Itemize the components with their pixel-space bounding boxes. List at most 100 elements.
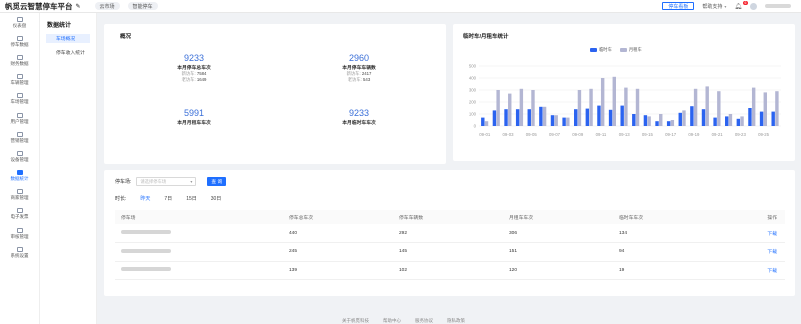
chevron-down-icon: ▾: [190, 179, 193, 184]
nav-label: 车辆管理: [10, 80, 29, 86]
legend-swatch: [590, 47, 597, 52]
footer-link-terms[interactable]: 服务协议: [415, 318, 433, 324]
time-option-30d[interactable]: 30日: [211, 195, 222, 202]
nav-label: 电子发票: [10, 214, 29, 220]
query-button[interactable]: 查 询: [207, 177, 227, 186]
sub-nav-lot-overview[interactable]: 车场概况: [46, 34, 90, 43]
bar-temporary: [759, 111, 764, 126]
redacted-lot-name: [121, 267, 171, 272]
nav-item-1[interactable]: 停车数据: [0, 32, 39, 51]
nav-label: 数据统计: [10, 176, 29, 182]
cell-monthly: 151: [503, 242, 613, 262]
nav-label: 营销管理: [10, 137, 29, 143]
x-tick-label: 09-11: [596, 132, 607, 137]
nav-label: 财务数据: [10, 60, 29, 66]
lot-label: 停车场:: [115, 179, 132, 185]
y-tick-label: 200: [469, 100, 477, 105]
avatar[interactable]: [750, 2, 757, 10]
time-option-yesterday[interactable]: 昨天: [140, 195, 150, 202]
nav-item-9[interactable]: 商家管理: [0, 186, 39, 205]
legend-item-temporary: 临时车: [590, 47, 612, 53]
time-option-7d[interactable]: 7日: [164, 195, 172, 202]
cell-vehicles: 102: [393, 261, 503, 280]
time-option-15d[interactable]: 15日: [186, 195, 197, 202]
stat-value: 2960: [348, 53, 370, 63]
cell-temporary: 134: [613, 224, 723, 243]
nav-item-5[interactable]: 用户管理: [0, 109, 39, 128]
cell-temporary: 94: [613, 242, 723, 262]
time-label: 时长:: [115, 196, 127, 202]
nav-icon: [16, 54, 23, 60]
bar-temporary: [748, 108, 752, 126]
table-row: 139 102 120 19 下载: [115, 261, 785, 280]
nav-item-12[interactable]: 系统设置: [0, 243, 39, 262]
bar-temporary: [492, 110, 497, 126]
nav-icon: [16, 189, 23, 195]
footer-link-help[interactable]: 帮助中心: [383, 318, 401, 324]
app-title-text: 帆觅云智慧停车平台: [5, 1, 73, 11]
nav-item-2[interactable]: 财务数据: [0, 51, 39, 70]
nav-item-8[interactable]: 数据统计: [0, 167, 39, 186]
bar-temporary: [771, 111, 775, 126]
nav-label: 仪表盘: [12, 22, 27, 28]
bar-temporary: [597, 105, 601, 126]
nav-label: 停车数据: [10, 41, 29, 47]
bar-temporary: [678, 112, 682, 126]
lot-placeholder: 请选择停车场: [140, 178, 167, 184]
bell-icon[interactable]: 🔔︎ 6: [734, 0, 748, 10]
download-link[interactable]: 下载: [723, 224, 785, 243]
nav-icon: [16, 74, 23, 80]
nav-icon: [16, 227, 23, 233]
stat-value: 9233: [348, 108, 370, 118]
nav-label: 设备管理: [10, 156, 29, 162]
bar-monthly: [531, 90, 535, 126]
footer-link-privacy[interactable]: 隐私政策: [447, 318, 465, 324]
table-row: 440 292 306 134 下载: [115, 224, 785, 243]
footer-link-about[interactable]: 关于帆觅科技: [342, 318, 369, 324]
stat-month-monthly: 5991 本月月租车车次: [149, 108, 239, 126]
lot-select[interactable]: 请选择停车场 ▾: [136, 177, 197, 186]
bar-chart: 0 100 200 300 400 500 09-01 09-03 09-05 09-07 09-0…: [469, 64, 781, 137]
parking-board-button[interactable]: 停车看板: [662, 2, 695, 10]
footer-links: 关于帆觅科技 帮助中心 服务协议 隐私政策: [342, 318, 465, 324]
bar-temporary: [643, 115, 648, 126]
top-tab-market[interactable]: 云市场: [94, 2, 120, 10]
nav-icon: [16, 170, 23, 176]
nav-item-11[interactable]: 审核管理: [0, 224, 39, 243]
nav-label: 商家管理: [10, 195, 29, 201]
cell-lot: [115, 261, 283, 280]
bar-monthly: [577, 90, 582, 126]
download-link[interactable]: 下载: [723, 242, 785, 262]
nav-icon: [16, 16, 23, 22]
bar-temporary: [608, 109, 613, 126]
bar-monthly: [775, 91, 779, 126]
download-link[interactable]: 下载: [723, 261, 785, 280]
username-redacted[interactable]: [765, 4, 791, 8]
bar-temporary: [539, 106, 543, 126]
app-title: 帆觅云智慧停车平台 ✎: [0, 1, 81, 12]
edit-icon[interactable]: ✎: [76, 3, 81, 10]
nav-item-0[interactable]: 仪表盘: [0, 13, 39, 32]
nav-item-6[interactable]: 营销管理: [0, 128, 39, 147]
nav-icon: [16, 93, 23, 99]
filter-row: 停车场: 请选择停车场 ▾ 查 询: [115, 177, 227, 186]
nav-item-7[interactable]: 设备管理: [0, 147, 39, 166]
stat-month-temporary: 9233 本月临时车车次: [314, 108, 404, 126]
overview-title: 概况: [120, 34, 132, 40]
stat-label: 本月临时车车次: [342, 121, 376, 126]
top-tab-parking[interactable]: 智能停车: [127, 2, 158, 10]
nav-item-10[interactable]: 电子发票: [0, 205, 39, 224]
bar-monthly: [693, 88, 698, 126]
bar-monthly: [612, 76, 616, 126]
legend-item-monthly: 月租车: [619, 47, 642, 53]
nav-item-3[interactable]: 车辆管理: [0, 71, 39, 90]
bar-temporary: [620, 105, 624, 126]
help-menu[interactable]: 帮助支持 ▾: [702, 3, 726, 10]
table-header: 停车场 停车总车次 停车车辆数 月租车车次 临时车车次 操作: [115, 210, 785, 224]
bar-temporary: [504, 109, 508, 126]
sub-nav-parking-income[interactable]: 停车收入统计: [46, 48, 90, 57]
x-tick-label: 09-21: [712, 132, 724, 137]
cell-lot: [115, 242, 283, 262]
bar-monthly: [624, 87, 628, 126]
nav-item-4[interactable]: 车场管理: [0, 90, 39, 109]
